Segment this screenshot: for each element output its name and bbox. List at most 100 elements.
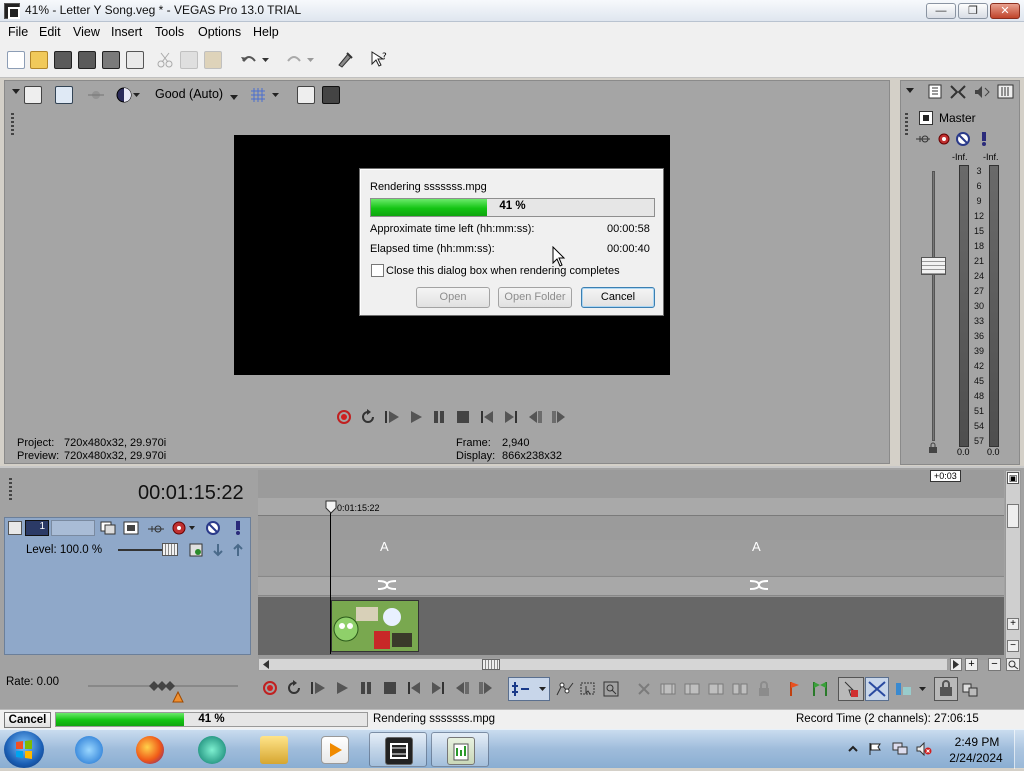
render-as-icon[interactable]: [102, 51, 120, 69]
auto-ripple-button[interactable]: [838, 677, 864, 701]
menu-edit[interactable]: Edit: [39, 25, 61, 39]
whats-this-help-icon[interactable]: ?: [370, 50, 388, 68]
go-to-start-icon[interactable]: [479, 409, 495, 425]
go-to-end-icon[interactable]: [430, 680, 446, 696]
previous-frame-icon[interactable]: [527, 409, 543, 425]
taskbar-render-progress[interactable]: [431, 732, 489, 767]
timeline-timecode[interactable]: 00:01:15:22: [138, 482, 244, 505]
menu-options[interactable]: Options: [198, 25, 241, 39]
master-mute-icon[interactable]: [956, 132, 970, 149]
master-fx-icon[interactable]: [936, 131, 952, 150]
playhead-line[interactable]: [330, 504, 331, 654]
cut-icon[interactable]: [156, 51, 174, 69]
panel-options-arrow-icon[interactable]: [905, 84, 915, 98]
paste-icon[interactable]: [204, 51, 222, 69]
menu-help[interactable]: Help: [253, 25, 279, 39]
play-from-start-icon[interactable]: [384, 409, 400, 425]
insert-region-icon[interactable]: [812, 681, 828, 700]
insert-marker-icon[interactable]: [788, 681, 802, 700]
taskbar-firefox[interactable]: [121, 732, 179, 767]
video-clip-thumbnail[interactable]: [331, 600, 419, 652]
start-button[interactable]: [4, 731, 44, 768]
menu-view[interactable]: View: [73, 25, 100, 39]
play-from-start-icon[interactable]: [310, 680, 326, 696]
loop-playback-icon[interactable]: [360, 409, 376, 425]
zoom-out-horizontal-button[interactable]: −: [988, 658, 1001, 671]
open-folder-icon[interactable]: [30, 51, 48, 69]
trim-icon[interactable]: [660, 681, 676, 700]
region-marker-a1[interactable]: A: [380, 539, 389, 554]
horizontal-scroll-thumb[interactable]: [482, 659, 500, 670]
ignore-event-grouping-icon[interactable]: [962, 681, 978, 700]
track-routing-icon[interactable]: [147, 523, 165, 538]
undo-icon[interactable]: [240, 51, 269, 69]
envelope-edit-tool-icon[interactable]: [556, 681, 574, 700]
record-icon[interactable]: [336, 409, 352, 425]
enable-snapping-icon[interactable]: [336, 50, 354, 68]
trim-start-icon[interactable]: [684, 681, 700, 700]
vertical-scroll-thumb[interactable]: [1007, 504, 1019, 528]
track-collapse-up-icon[interactable]: [231, 543, 245, 560]
track-expand-down-icon[interactable]: [211, 543, 225, 560]
panel-gripper[interactable]: [905, 113, 908, 137]
audio-track-lane[interactable]: [258, 540, 1004, 575]
video-track-header[interactable]: 1 Level: 100.0 %: [4, 517, 251, 655]
downmix-icon[interactable]: [949, 83, 967, 101]
save-as-icon[interactable]: [78, 51, 96, 69]
pause-icon[interactable]: [431, 409, 447, 425]
redo-icon[interactable]: [285, 51, 314, 69]
new-project-icon[interactable]: [7, 51, 25, 69]
maximize-button[interactable]: ❐: [958, 3, 988, 19]
trim-end-icon[interactable]: [708, 681, 724, 700]
dim-output-icon[interactable]: [973, 83, 991, 101]
taskbar-media-app[interactable]: [183, 732, 241, 767]
normal-edit-tool-button[interactable]: [508, 677, 550, 701]
vegas-app-icon[interactable]: [4, 3, 20, 19]
track-level-slider-handle[interactable]: [162, 543, 178, 556]
delete-icon[interactable]: [636, 681, 652, 700]
pause-icon[interactable]: [358, 680, 374, 696]
fader-lock-icon[interactable]: [928, 442, 938, 457]
go-to-start-icon[interactable]: [406, 680, 422, 696]
taskbar-media-player[interactable]: [306, 732, 364, 767]
zoom-tool-icon[interactable]: [1006, 658, 1020, 671]
split-screen-view-icon[interactable]: [116, 86, 140, 104]
lock-icon[interactable]: [756, 681, 772, 700]
track-fx-icon[interactable]: [171, 520, 197, 539]
scroll-right-icon[interactable]: [950, 658, 962, 671]
open-button[interactable]: Open: [416, 287, 490, 308]
status-cancel-button[interactable]: Cancel: [4, 712, 51, 728]
split-icon[interactable]: [732, 681, 748, 700]
track-effect-automation-icon[interactable]: [189, 543, 203, 560]
marker-toggle-icon[interactable]: ▣: [1007, 472, 1019, 484]
save-snapshot-icon[interactable]: [322, 86, 340, 104]
region-marker-a2[interactable]: A: [752, 539, 761, 554]
zoom-out-vertical-button[interactable]: −: [1007, 640, 1019, 652]
auto-crossfades-button[interactable]: [865, 677, 889, 701]
master-routing-icon[interactable]: [915, 133, 931, 148]
selection-edit-tool-icon[interactable]: [580, 681, 596, 700]
track-name-field[interactable]: [51, 520, 95, 536]
save-icon[interactable]: [54, 51, 72, 69]
open-folder-button[interactable]: Open Folder: [498, 287, 572, 308]
track-motion-icon[interactable]: [100, 521, 116, 538]
stop-icon[interactable]: [455, 409, 471, 425]
previous-frame-icon[interactable]: [454, 680, 470, 696]
minimize-button[interactable]: —: [926, 3, 956, 19]
stop-icon[interactable]: [382, 680, 398, 696]
playhead-handle-icon[interactable]: [325, 500, 337, 517]
clock-time[interactable]: 2:49 PM: [946, 735, 1008, 749]
menu-file[interactable]: File: [8, 25, 28, 39]
crossfade-icon[interactable]: [377, 579, 397, 594]
track-solo-icon[interactable]: [233, 520, 243, 539]
master-fader-handle[interactable]: [921, 257, 946, 275]
panel-gripper[interactable]: [11, 113, 14, 137]
close-when-complete-checkbox[interactable]: [371, 264, 384, 277]
copy-snapshot-icon[interactable]: [297, 86, 315, 104]
timeline-gripper[interactable]: [9, 478, 12, 500]
snapping-icon[interactable]: [894, 681, 928, 700]
timeline-vertical-scrollbar[interactable]: [1005, 470, 1021, 660]
show-hidden-icons-icon[interactable]: [846, 742, 860, 756]
action-center-flag-icon[interactable]: [868, 742, 882, 756]
preview-quality-select[interactable]: Good (Auto): [155, 87, 223, 101]
